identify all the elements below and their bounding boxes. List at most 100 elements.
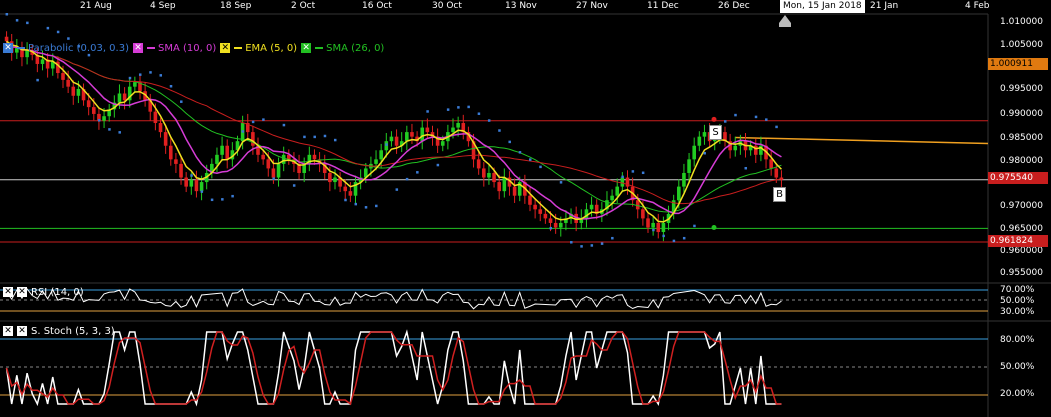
stoch-y-label: 80.00% <box>1000 335 1035 345</box>
current-price-tag: 0.975540 <box>988 172 1048 184</box>
candle-body <box>533 204 537 210</box>
candle-body <box>615 186 620 196</box>
parabolic-dot <box>672 239 676 243</box>
candle-body <box>374 159 378 164</box>
parabolic-dot <box>251 120 255 124</box>
y-axis-label: 0.970000 <box>1000 201 1043 211</box>
candle-body <box>697 136 702 146</box>
close-icon[interactable]: ✕ <box>3 43 13 53</box>
x-axis-label: 11 Dec <box>647 1 679 11</box>
candle-body <box>548 218 553 223</box>
parabolic-dot <box>344 198 347 202</box>
last-price-tag: 1.000911 <box>988 58 1048 70</box>
sma-10-line <box>6 40 782 220</box>
close-icon[interactable]: ✕ <box>220 43 231 53</box>
candle-body <box>610 195 614 201</box>
parabolic-dot <box>641 171 645 175</box>
parabolic-dot <box>180 100 183 103</box>
rsi-line <box>6 288 782 310</box>
candle-body <box>194 179 199 192</box>
candle-body <box>261 154 265 160</box>
settings-icon[interactable]: ✕ <box>17 287 27 297</box>
candle-body <box>692 145 696 160</box>
indicator-sma26[interactable]: SMA (26, 0) <box>315 43 384 54</box>
candle-body <box>538 209 543 214</box>
signal-dot <box>711 224 717 230</box>
close-icon[interactable]: ✕ <box>132 43 143 53</box>
buy-signal-marker[interactable]: B <box>773 187 786 202</box>
x-axis-label: 26 Dec <box>718 1 750 11</box>
candle-body <box>158 123 163 133</box>
candle-body <box>558 222 563 228</box>
candle-body <box>215 154 219 164</box>
candle-body <box>122 93 127 101</box>
candle-body <box>168 145 173 160</box>
parabolic-dot <box>97 119 101 122</box>
candle-body <box>641 209 645 219</box>
candle-body <box>420 127 425 142</box>
indicator-sma10[interactable]: SMA (10, 0) <box>146 43 216 54</box>
parabolic-dot <box>467 105 470 109</box>
stoch-panel-header: ✕ ✕ S. Stoch (5, 3, 3) <box>3 324 115 338</box>
candle-body <box>92 107 96 114</box>
x-axis-label: 21 Aug <box>80 1 112 11</box>
indicator-ema5[interactable]: EMA (5, 0) <box>234 43 297 54</box>
candle-body <box>174 159 178 164</box>
stoch-y-label: 50.00% <box>1000 362 1035 372</box>
parabolic-dot <box>703 151 706 155</box>
parabolic-dot <box>693 224 696 228</box>
candle-body <box>497 182 501 192</box>
x-axis-label: 4 Feb <box>965 1 990 11</box>
parabolic-dot <box>108 128 111 131</box>
close-icon[interactable]: ✕ <box>3 326 13 336</box>
parabolic-dot <box>508 140 511 144</box>
indicator-label: Parabolic (0.03, 0.3) <box>28 42 129 54</box>
indicator-parabolic[interactable]: Parabolic (0.03, 0.3) <box>17 43 129 54</box>
close-icon[interactable]: ✕ <box>301 43 312 53</box>
indicator-swatch <box>234 47 243 49</box>
candle-body <box>553 222 558 228</box>
forex-chart-window: 21 Aug 4 Sep 18 Sep 2 Oct 16 Oct 30 Oct … <box>0 0 1051 417</box>
stoch-title: S. Stoch (5, 3, 3) <box>31 325 115 337</box>
x-axis-label: 4 Sep <box>150 1 176 11</box>
y-axis-label: 0.955000 <box>1000 268 1043 278</box>
candle-body <box>379 150 383 160</box>
candle-body <box>502 177 507 192</box>
chart-canvas[interactable] <box>0 0 1051 417</box>
parabolic-dot <box>580 245 583 248</box>
parabolic-dot <box>528 158 532 161</box>
close-icon[interactable]: ✕ <box>3 287 13 297</box>
candle-body <box>348 191 353 196</box>
candle-body <box>71 86 76 96</box>
candle-body <box>163 132 168 146</box>
parabolic-dot <box>333 138 337 142</box>
y-axis-label: 0.995000 <box>1000 84 1043 94</box>
parabolic-dot <box>662 234 665 238</box>
crosshair-marker-icon[interactable] <box>779 15 791 23</box>
support-price-tag: 0.961824 <box>988 235 1048 247</box>
candle-body <box>86 100 91 108</box>
parabolic-dot <box>241 130 245 133</box>
x-axis-label: 27 Nov <box>576 1 608 11</box>
crosshair-marker-base <box>779 23 791 27</box>
parabolic-dot <box>5 13 9 16</box>
parabolic-dot <box>118 131 121 134</box>
candle-body <box>425 127 430 133</box>
candle-body <box>769 159 773 169</box>
candle-body <box>528 195 532 205</box>
crosshair-date-label: Mon, 15 Jan 2018 <box>780 0 865 13</box>
settings-icon[interactable]: ✕ <box>17 326 27 336</box>
parabolic-dot <box>46 26 50 30</box>
candle-body <box>133 82 137 87</box>
parabolic-dot <box>498 129 501 132</box>
parabolic-dot <box>292 184 296 187</box>
parabolic-dot <box>611 236 614 240</box>
candle-body <box>661 222 666 233</box>
sell-signal-marker[interactable]: S <box>709 125 722 140</box>
candle-body <box>389 136 394 142</box>
parabolic-dot <box>210 198 214 202</box>
candle-body <box>271 168 276 178</box>
candle-body <box>199 182 204 192</box>
parabolic-dot <box>15 19 19 22</box>
parabolic-dot <box>395 188 399 191</box>
